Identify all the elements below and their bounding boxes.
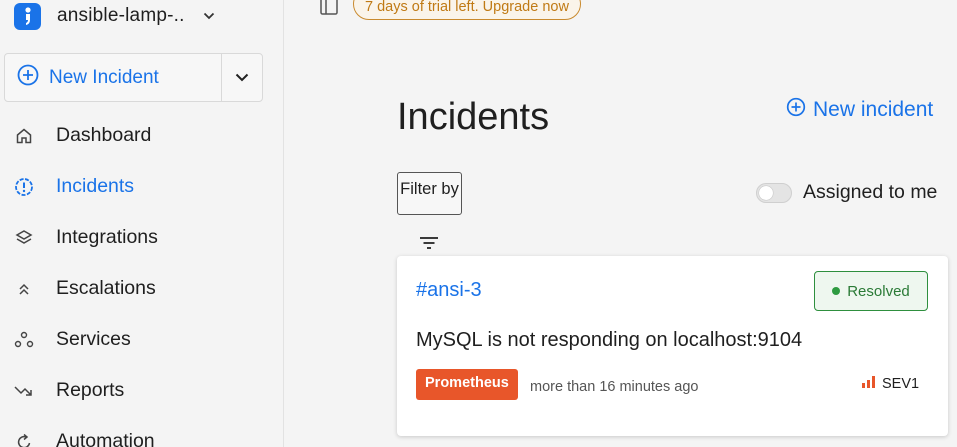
refresh-icon — [14, 432, 34, 447]
home-icon — [14, 126, 34, 146]
sidebar-item-dashboard[interactable]: Dashboard — [0, 110, 284, 161]
status-badge: Resolved — [814, 271, 928, 311]
plus-circle-icon — [786, 97, 806, 123]
sidebar-item-automation[interactable]: Automation — [0, 416, 284, 447]
severity-label: SEV1 — [882, 376, 920, 392]
workspace-switcher[interactable]: ansible-lamp-.. — [14, 2, 215, 30]
severity-indicator: SEV1 — [862, 376, 919, 392]
sidebar-item-incidents[interactable]: Incidents — [0, 161, 284, 212]
services-icon — [14, 330, 34, 350]
alert-circle-icon — [14, 177, 34, 197]
status-label: Resolved — [847, 282, 910, 300]
new-incident-link[interactable]: New incident — [786, 97, 933, 123]
assigned-to-me-toggle[interactable] — [756, 182, 792, 203]
incident-time: more than 16 minutes ago — [530, 379, 699, 395]
incident-card[interactable]: #ansi-3 Resolved MySQL is not responding… — [397, 256, 948, 436]
filter-by-button[interactable]: Filter by — [397, 172, 462, 215]
sidebar-item-label: Services — [56, 328, 131, 350]
toggle-knob — [759, 185, 773, 200]
new-incident-split-button: New Incident — [4, 53, 263, 102]
assigned-to-me-filter: Assigned to me — [756, 181, 937, 204]
source-tag: Prometheus — [416, 369, 518, 400]
double-chevron-up-icon — [14, 279, 34, 299]
sidebar-item-services[interactable]: Services — [0, 314, 284, 365]
panel-toggle-icon[interactable] — [319, 0, 339, 21]
plus-circle-icon — [17, 64, 39, 91]
workspace-logo-icon — [14, 2, 41, 30]
layers-icon — [14, 228, 34, 248]
trial-upgrade-badge[interactable]: 7 days of trial left. Upgrade now — [353, 0, 581, 20]
sidebar-item-label: Escalations — [56, 277, 156, 299]
sidebar-nav: Dashboard Incidents Integrations Escalat… — [0, 110, 284, 447]
sidebar-item-label: Incidents — [56, 175, 135, 197]
incident-title: MySQL is not responding on localhost:910… — [416, 329, 803, 351]
new-incident-link-label: New incident — [813, 98, 934, 121]
incident-id-link[interactable]: #ansi-3 — [416, 279, 482, 302]
sidebar-item-label: Integrations — [56, 226, 158, 248]
assigned-to-me-label: Assigned to me — [803, 181, 938, 203]
new-incident-dropdown-button[interactable] — [222, 54, 262, 101]
workspace-name: ansible-lamp-.. — [57, 5, 185, 26]
page-title: Incidents — [397, 96, 550, 138]
trend-down-icon — [14, 381, 34, 401]
sidebar-item-escalations[interactable]: Escalations — [0, 263, 284, 314]
sidebar-item-label: Reports — [56, 379, 125, 401]
sidebar-item-label: Dashboard — [56, 124, 152, 146]
new-incident-label: New Incident — [49, 66, 159, 88]
signal-bars-icon — [862, 376, 876, 392]
sidebar-item-reports[interactable]: Reports — [0, 365, 284, 416]
new-incident-button[interactable]: New Incident — [5, 54, 222, 101]
chevron-down-icon — [203, 12, 215, 20]
sidebar: ansible-lamp-.. New Incident Dashboard I… — [0, 0, 284, 447]
chevron-down-icon — [235, 69, 249, 87]
filter-by-label: Filter by — [400, 180, 459, 198]
filter-icon — [418, 235, 440, 256]
sidebar-item-label: Automation — [56, 430, 155, 447]
status-dot-icon — [832, 287, 841, 295]
sidebar-item-integrations[interactable]: Integrations — [0, 212, 284, 263]
